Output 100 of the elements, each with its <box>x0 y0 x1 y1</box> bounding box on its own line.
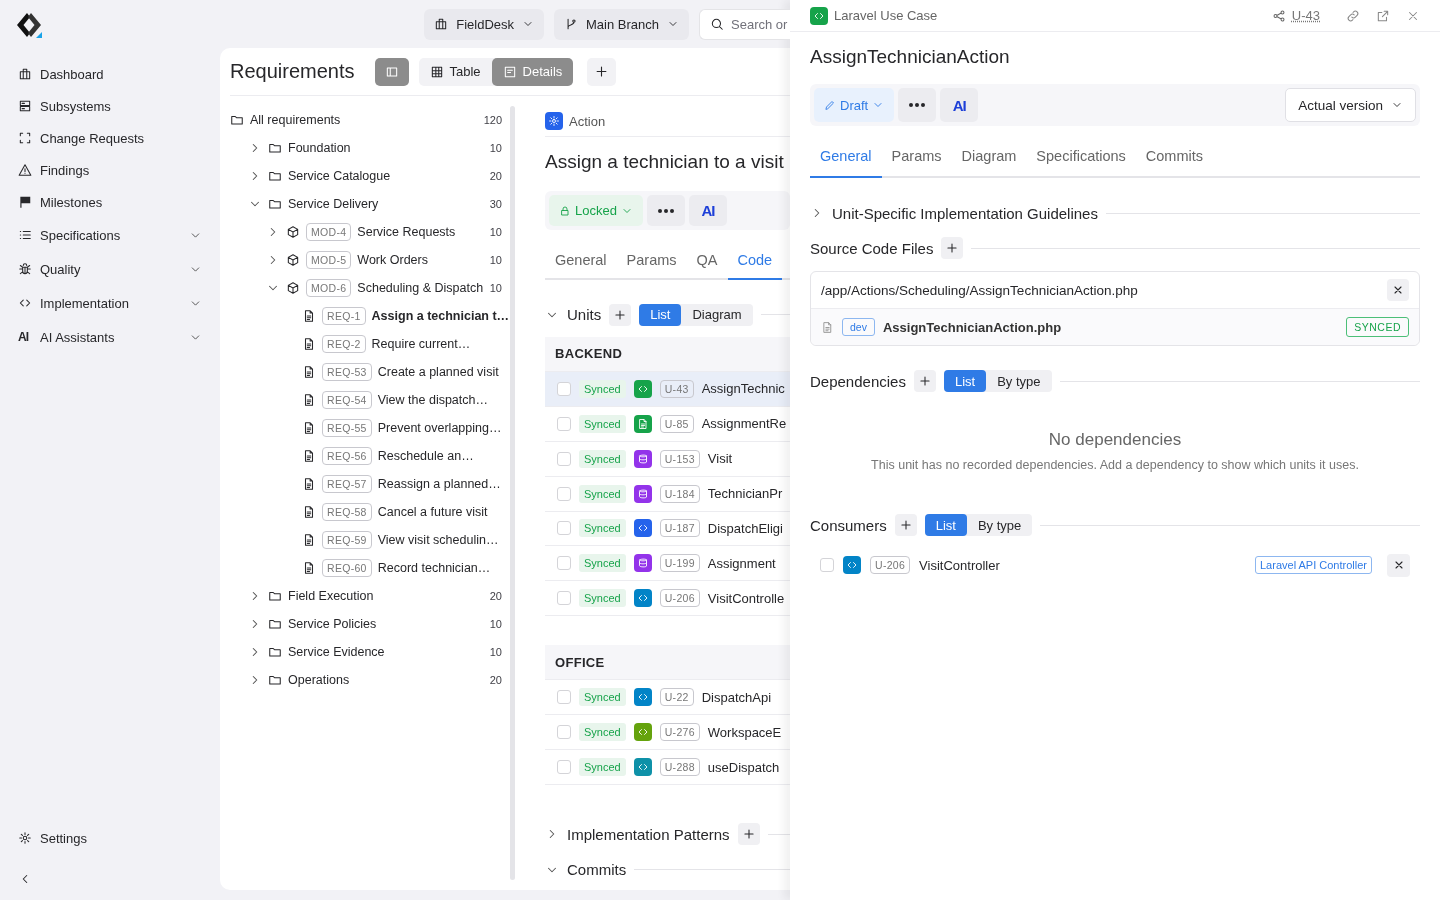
nav-item[interactable]: Dashboard <box>0 58 220 90</box>
tree-item[interactable]: REQ-56 Reschedule an… <box>230 442 510 470</box>
tree-item[interactable]: All requirements 120 <box>230 106 510 134</box>
tree-item[interactable]: Service Evidence 10 <box>230 638 510 666</box>
unit-row[interactable]: Synced U-43 AssignTechnic <box>545 371 790 407</box>
panel-toggle-button[interactable] <box>374 57 409 86</box>
checkbox[interactable] <box>557 521 571 536</box>
tab[interactable]: Params <box>881 148 952 178</box>
nav-item[interactable]: Milestones <box>0 186 220 218</box>
checkbox[interactable] <box>557 591 571 606</box>
item-count: 10 <box>489 282 502 294</box>
checkbox[interactable] <box>557 760 571 775</box>
unit-row[interactable]: Synced U-153 Visit <box>545 441 790 477</box>
status-dropdown[interactable]: Draft <box>814 88 895 122</box>
tree-item[interactable]: REQ-54 View the dispatch… <box>230 386 510 414</box>
nav-item[interactable]: AI AI Assistants <box>0 320 220 354</box>
tree-item[interactable]: REQ-58 Cancel a future visit <box>230 498 510 526</box>
view-tab[interactable]: List <box>943 370 987 392</box>
tree-item[interactable]: MOD-4 Service Requests 10 <box>230 218 510 246</box>
checkbox[interactable] <box>557 381 571 396</box>
add-button[interactable] <box>913 370 936 392</box>
tab[interactable]: General <box>545 252 617 281</box>
add-button[interactable] <box>587 57 617 86</box>
tree-item[interactable]: REQ-2 Require current… <box>230 330 510 358</box>
unit-row[interactable]: Synced U-22 DispatchApi <box>545 680 790 716</box>
unit-row[interactable]: Synced U-199 Assignment <box>545 546 790 582</box>
view-tab[interactable]: Table <box>418 57 492 86</box>
consumer-row[interactable]: U-206 VisitController Laravel API Controller <box>810 546 1420 584</box>
tree-item[interactable]: Service Policies 10 <box>230 610 510 638</box>
plus-icon <box>741 827 756 842</box>
link-icon[interactable] <box>1346 8 1360 23</box>
tab[interactable]: Params <box>616 252 687 281</box>
add-button[interactable] <box>737 823 760 846</box>
tab[interactable]: QA <box>686 252 728 281</box>
checkbox[interactable] <box>557 690 571 705</box>
workspace-dropdown[interactable]: FieldDesk <box>424 8 544 40</box>
tab[interactable]: General <box>810 148 882 178</box>
add-button[interactable] <box>609 303 632 326</box>
add-button[interactable] <box>894 514 917 536</box>
share-icon[interactable] <box>1271 8 1286 23</box>
external-link-icon[interactable] <box>1376 8 1390 23</box>
remove-button[interactable] <box>1387 553 1410 577</box>
checkbox[interactable] <box>557 486 571 501</box>
add-button[interactable] <box>941 237 964 259</box>
id-tag: REQ-2 <box>322 335 366 353</box>
tab[interactable]: Code <box>727 252 783 281</box>
nav-label: Quality <box>40 261 82 277</box>
unit-row[interactable]: Synced U-206 VisitControlle <box>545 581 790 617</box>
unit-row[interactable]: Synced U-276 WorkspaceE <box>545 715 790 751</box>
more-button[interactable] <box>646 195 685 227</box>
view-tab[interactable]: List <box>924 514 967 536</box>
version-dropdown[interactable]: Actual version <box>1285 88 1416 122</box>
unit-row[interactable]: Synced U-85 AssignmentRe <box>545 406 790 442</box>
view-tab[interactable]: Diagram <box>681 303 753 326</box>
view-tab[interactable]: By type <box>966 514 1033 536</box>
ai-button[interactable]: AI <box>688 195 727 227</box>
scrollbar[interactable] <box>510 106 515 880</box>
unit-row[interactable]: Synced U-187 DispatchEligi <box>545 511 790 547</box>
tree-item[interactable]: Service Delivery 30 <box>230 190 510 218</box>
status-badge: Synced <box>579 589 626 608</box>
nav-item[interactable]: Quality <box>0 252 220 286</box>
tree-item[interactable]: REQ-1 Assign a technician t… <box>230 302 510 330</box>
tab[interactable]: Specifications <box>1026 148 1136 178</box>
branch-dropdown[interactable]: Main Branch <box>554 8 689 40</box>
tree-item[interactable]: Foundation 10 <box>230 134 510 162</box>
nav-item[interactable]: Subsystems <box>0 90 220 122</box>
checkbox[interactable] <box>557 556 571 571</box>
nav-item[interactable]: Specifications <box>0 218 220 252</box>
remove-button[interactable] <box>1387 279 1409 301</box>
tree-item[interactable]: REQ-57 Reassign a planned… <box>230 470 510 498</box>
checkbox[interactable] <box>557 725 571 740</box>
nav-item[interactable]: Findings <box>0 154 220 186</box>
unit-id-link[interactable]: U-43 <box>1291 8 1320 23</box>
view-tab[interactable]: List <box>639 303 682 326</box>
checkbox[interactable] <box>557 416 571 431</box>
nav-item[interactable]: Change Requests <box>0 122 220 154</box>
tree-item[interactable]: REQ-53 Create a planned visit <box>230 358 510 386</box>
nav-item[interactable]: Implementation <box>0 286 220 320</box>
tab[interactable]: Commits <box>1135 148 1214 178</box>
search-field[interactable]: Search or <box>699 8 790 40</box>
tree-item[interactable]: MOD-6 Scheduling & Dispatch 10 <box>230 274 510 302</box>
tree-item[interactable]: Field Execution 20 <box>230 582 510 610</box>
tree-item[interactable]: REQ-55 Prevent overlapping… <box>230 414 510 442</box>
ai-button[interactable]: AI <box>940 88 979 122</box>
tab[interactable]: Diagram <box>951 148 1027 178</box>
tree-item[interactable]: Service Catalogue 20 <box>230 162 510 190</box>
more-button[interactable] <box>898 88 937 122</box>
view-tab[interactable]: By type <box>986 370 1052 392</box>
unit-row[interactable]: Synced U-288 useDispatch <box>545 750 790 786</box>
unit-name: TechnicianPr <box>707 486 783 502</box>
unit-row[interactable]: Synced U-184 TechnicianPr <box>545 476 790 512</box>
tree-item[interactable]: REQ-59 View visit schedulin… <box>230 526 510 554</box>
document-icon <box>302 533 316 547</box>
checkbox[interactable] <box>557 451 571 466</box>
checkbox[interactable] <box>820 558 834 572</box>
tree-item[interactable]: MOD-5 Work Orders 10 <box>230 246 510 274</box>
tree-item[interactable]: Operations 20 <box>230 666 510 694</box>
nav-item[interactable]: Settings <box>0 822 220 854</box>
tree-label: Scheduling & Dispatch <box>357 281 484 295</box>
tree-item[interactable]: REQ-60 Record technician… <box>230 554 510 582</box>
